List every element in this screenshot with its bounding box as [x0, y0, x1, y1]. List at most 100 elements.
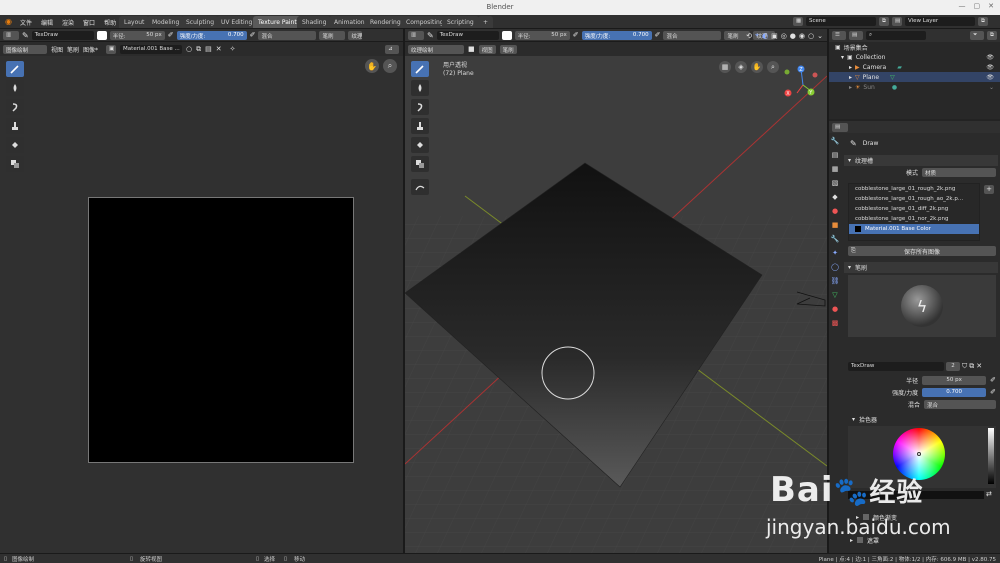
menu-item-0[interactable]: 文件: [20, 18, 32, 27]
viewport-color-swatch[interactable]: [501, 30, 512, 40]
texture-slot-list[interactable]: cobblestone_large_01_rough_2k.png cobbles…: [848, 183, 980, 241]
add-texture-slot-button[interactable]: +: [984, 185, 994, 194]
viewport-pan-icon[interactable]: ✋: [751, 61, 763, 73]
props-radius-value[interactable]: 50 px: [922, 375, 987, 385]
plane-visibility-icon[interactable]: 👁: [986, 74, 994, 81]
pan-view-icon[interactable]: ✋: [365, 59, 379, 73]
blender-logo-icon[interactable]: ◉: [5, 17, 12, 26]
viewport-pressure-icon-2[interactable]: ✐: [655, 31, 661, 39]
object-tab-icon[interactable]: ■: [829, 219, 841, 230]
data-tab-icon[interactable]: ▽: [829, 289, 841, 300]
outliner-filter-icon[interactable]: ⏷: [970, 31, 984, 40]
draw-tool-icon[interactable]: [6, 61, 24, 77]
view-layer-selector[interactable]: View Layer: [905, 17, 975, 26]
shading-rendered-icon[interactable]: ○: [808, 32, 814, 40]
texture-slot-item[interactable]: cobblestone_large_01_nor_2k.png: [849, 214, 979, 224]
viewport-editor-type-icon[interactable]: ▥: [408, 30, 424, 40]
shading-solid-icon[interactable]: ●: [790, 32, 796, 40]
unlink-image-icon[interactable]: ✕: [216, 45, 222, 53]
radius-value[interactable]: 50 px: [146, 32, 162, 39]
texture-slot-item[interactable]: cobblestone_large_01_rough_ao_2k.p...: [849, 194, 979, 204]
brush-menu[interactable]: 笔刷: [319, 30, 346, 40]
viewport-blend-dropdown[interactable]: 混合: [663, 30, 722, 40]
camera-visibility-icon[interactable]: 👁: [986, 64, 994, 71]
mask-toggle-icon[interactable]: ■: [468, 45, 475, 53]
viewport-clone-tool-icon[interactable]: [411, 118, 429, 134]
menu-item-4[interactable]: 帮助: [104, 18, 116, 27]
outliner-item-sun[interactable]: Sun: [863, 84, 874, 91]
props-radius-pressure-icon[interactable]: ✐: [990, 376, 996, 384]
texture-slots-panel-header[interactable]: ▾ 纹理槽: [844, 155, 998, 166]
pressure-icon[interactable]: ✐: [168, 31, 174, 39]
sun-expand-icon[interactable]: ▸: [849, 84, 852, 91]
scene-collection-label[interactable]: 场景集合: [844, 43, 868, 52]
zoom-view-icon[interactable]: ⌕: [383, 59, 397, 73]
collection-expand-icon[interactable]: ▾: [841, 54, 844, 61]
tab-layout[interactable]: Layout: [119, 16, 150, 28]
tab-texture-paint[interactable]: Texture Paint: [253, 16, 302, 28]
collection-visibility-icon[interactable]: 👁: [986, 54, 994, 61]
viewport-smear-tool-icon[interactable]: [411, 99, 429, 115]
brush-name-field[interactable]: TexDraw: [848, 361, 944, 371]
material-tab-icon[interactable]: ●: [829, 303, 841, 314]
menu-item-3[interactable]: 窗口: [83, 18, 95, 27]
camera-expand-icon[interactable]: ▸: [849, 64, 852, 71]
color-picker-subpanel-header[interactable]: ▾ 拾色器: [852, 414, 877, 424]
viewport-fill-tool-icon[interactable]: [411, 137, 429, 153]
smear-tool-icon[interactable]: [6, 99, 24, 115]
toggle-camera-icon[interactable]: ◈: [735, 61, 747, 73]
fake-user-icon[interactable]: ○: [186, 45, 192, 53]
viewport-mask-tool-icon[interactable]: [411, 156, 429, 172]
xray-toggle-icon[interactable]: ▣: [771, 32, 778, 40]
texture-slot-item[interactable]: Material.001 Base Color: [849, 224, 979, 234]
texture-slot-item[interactable]: cobblestone_large_01_diff_2k.png: [849, 204, 979, 214]
viewport-canvas[interactable]: 用户透视 (72) Plane ▦ ◈ ✋ ⌕ X Y Z: [405, 56, 827, 553]
overlay-toggle-icon[interactable]: ◐: [762, 32, 768, 40]
viewport-radius-value[interactable]: 50 px: [551, 32, 567, 39]
tab-modeling[interactable]: Modeling: [147, 16, 185, 28]
viewport-pressure-icon[interactable]: ✐: [573, 31, 579, 39]
viewport-brush-selector[interactable]: TexDraw: [436, 30, 499, 40]
scene-selector[interactable]: Scene: [806, 17, 876, 26]
modifier-tab-icon[interactable]: 🔧: [829, 233, 841, 244]
minimize-button[interactable]: —: [959, 2, 966, 10]
outliner-editor-type-icon[interactable]: ☰: [832, 31, 846, 40]
render-tab-icon[interactable]: ▤: [829, 149, 841, 160]
physics-tab-icon[interactable]: ◯: [829, 261, 841, 272]
outliner-new-collection-icon[interactable]: ⧉: [987, 31, 997, 40]
shading-options-icon[interactable]: ⌄: [817, 32, 823, 40]
tab-uv-editing[interactable]: UV Editing: [216, 16, 258, 28]
view-layer-icon[interactable]: ▤: [892, 17, 902, 26]
brush-fake-user-icon[interactable]: ⛉: [962, 362, 967, 371]
outliner-item-plane[interactable]: Plane: [863, 74, 879, 81]
brush-users-count[interactable]: 2: [946, 361, 960, 371]
editor-type-icon[interactable]: ▥: [3, 30, 19, 40]
new-image-icon[interactable]: ⧉: [196, 45, 201, 54]
image-name-field[interactable]: Material.001 Base ...: [120, 44, 183, 54]
clone-tool-icon[interactable]: [6, 118, 24, 134]
strength-value[interactable]: 0.700: [228, 32, 244, 39]
shading-material-icon[interactable]: ◉: [799, 32, 805, 40]
viewport-soften-tool-icon[interactable]: [411, 80, 429, 96]
brush-unlink-icon[interactable]: ✕: [976, 362, 982, 370]
transform-pivot-icon[interactable]: ⟲: [746, 32, 752, 40]
props-strength-pressure-icon[interactable]: ✐: [990, 388, 996, 396]
blend-dropdown[interactable]: 混合: [258, 30, 317, 40]
texture-tab-icon[interactable]: ▩: [829, 317, 841, 328]
navigation-gizmo[interactable]: X Y Z: [783, 63, 823, 103]
open-image-icon[interactable]: ▤: [205, 45, 212, 53]
outliner-item-camera[interactable]: Camera: [863, 64, 887, 71]
mask-tool-icon[interactable]: [6, 156, 24, 172]
new-layer-icon[interactable]: ⧉: [978, 17, 988, 26]
swap-colors-icon[interactable]: ⇄: [986, 490, 992, 498]
tool-tab-icon[interactable]: 🔧: [829, 135, 841, 146]
tab-sculpting[interactable]: Sculpting: [181, 16, 220, 28]
pressure-icon-2[interactable]: ✐: [250, 31, 256, 39]
view-layer-tab-icon[interactable]: ▧: [829, 177, 841, 188]
scene-tab-icon[interactable]: ◆: [829, 191, 841, 202]
props-strength-value[interactable]: 0.700: [922, 387, 987, 397]
viewport-zoom-icon[interactable]: ⌕: [767, 61, 779, 73]
maximize-button[interactable]: ▢: [974, 2, 981, 10]
view-menu[interactable]: 视图: [51, 45, 63, 54]
shading-wireframe-icon[interactable]: ◎: [781, 32, 787, 40]
